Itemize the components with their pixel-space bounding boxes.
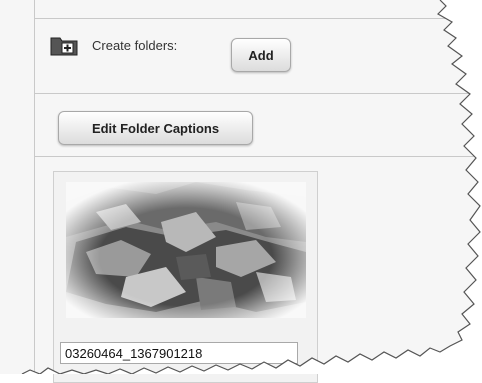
divider-bottom (35, 156, 475, 157)
folder-settings-panel: Create folders: Add Edit Folder Captions (0, 0, 482, 383)
folder-add-icon (50, 34, 78, 56)
edit-folder-captions-button[interactable]: Edit Folder Captions (58, 111, 253, 145)
folder-caption-input[interactable] (60, 342, 298, 364)
panel-left-border (34, 0, 35, 374)
add-folder-button[interactable]: Add (231, 38, 291, 72)
create-folders-label: Create folders: (92, 38, 178, 53)
divider-top (35, 18, 475, 19)
folder-thumbnail-image[interactable] (66, 182, 306, 318)
divider-middle (35, 93, 475, 94)
